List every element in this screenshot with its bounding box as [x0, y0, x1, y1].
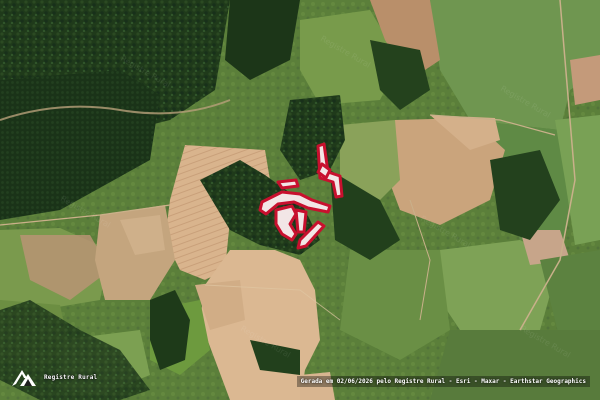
map-attribution: Gerada em 02/06/2026 pelo Registre Rural…	[296, 376, 590, 387]
satellite-imagery: Registre Rural Registre Rural Registre R…	[0, 0, 600, 400]
registre-rural-logo: Registre Rural	[10, 366, 97, 388]
registre-rural-logo-icon	[12, 370, 36, 386]
logo-text: Registre Rural	[44, 373, 98, 381]
satellite-map[interactable]: Registre Rural Registre Rural Registre R…	[0, 0, 600, 400]
